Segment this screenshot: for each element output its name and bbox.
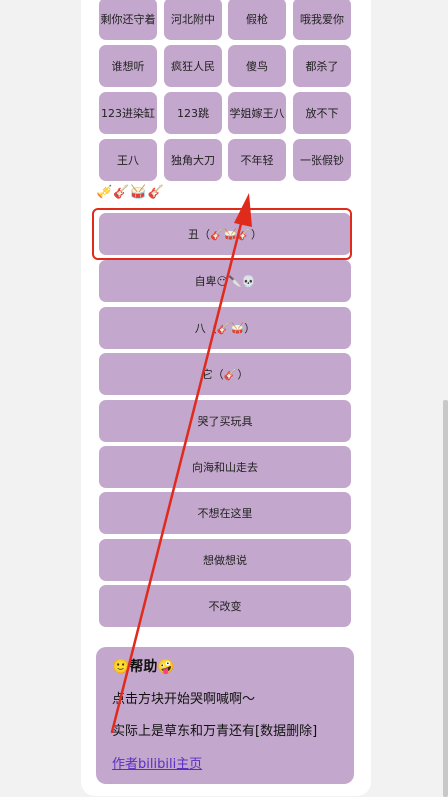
highlight-box: [92, 208, 352, 260]
help-panel: 🙂帮助🤪 点击方块开始哭啊喊啊～ 实际上是草东和万青还有[数据删除] 作者bil…: [96, 647, 354, 784]
song-button[interactable]: 不改变: [99, 585, 351, 627]
tile-button[interactable]: 不年轻: [228, 139, 286, 181]
tile-button[interactable]: 假枪: [228, 0, 286, 40]
song-button[interactable]: 八（🎸🥁）: [99, 307, 351, 349]
tile-button[interactable]: 河北附中: [164, 0, 222, 40]
author-homepage-link[interactable]: 作者bilibili主页: [112, 753, 202, 772]
help-note: 实际上是草东和万青还有[数据删除]: [112, 724, 318, 739]
help-instruction: 点击方块开始哭啊喊啊～: [112, 692, 256, 707]
song-button[interactable]: 哭了买玩具: [99, 400, 351, 442]
tile-button[interactable]: 一张假钞: [293, 139, 351, 181]
tile-button[interactable]: 独角大刀: [164, 139, 222, 181]
song-button[interactable]: 自卑😶🔪💀: [99, 260, 351, 302]
tile-button[interactable]: 学姐嫁王八: [228, 92, 286, 134]
song-button[interactable]: 它（🎸）: [99, 353, 351, 395]
tile-button[interactable]: 都杀了: [293, 45, 351, 87]
tile-button[interactable]: 王八: [99, 139, 157, 181]
tile-button[interactable]: 哦我爱你: [293, 0, 351, 40]
tile-button[interactable]: 放不下: [293, 92, 351, 134]
tile-button[interactable]: 谁想听: [99, 45, 157, 87]
tile-button[interactable]: 剩你还守着: [99, 0, 157, 40]
scrollbar[interactable]: [443, 400, 448, 797]
tile-button[interactable]: 123跳: [164, 92, 222, 134]
tile-button[interactable]: 傻鸟: [228, 45, 286, 87]
song-button[interactable]: 不想在这里: [99, 492, 351, 534]
song-button[interactable]: 向海和山走去: [99, 446, 351, 488]
song-button[interactable]: 想做想说: [99, 539, 351, 581]
tile-button[interactable]: 疯狂人民: [164, 45, 222, 87]
instrument-emoji-row: 🎺🎸🥁🎸: [96, 184, 165, 200]
tile-button[interactable]: 123进染缸: [99, 92, 157, 134]
help-title: 🙂帮助🤪: [112, 659, 175, 675]
